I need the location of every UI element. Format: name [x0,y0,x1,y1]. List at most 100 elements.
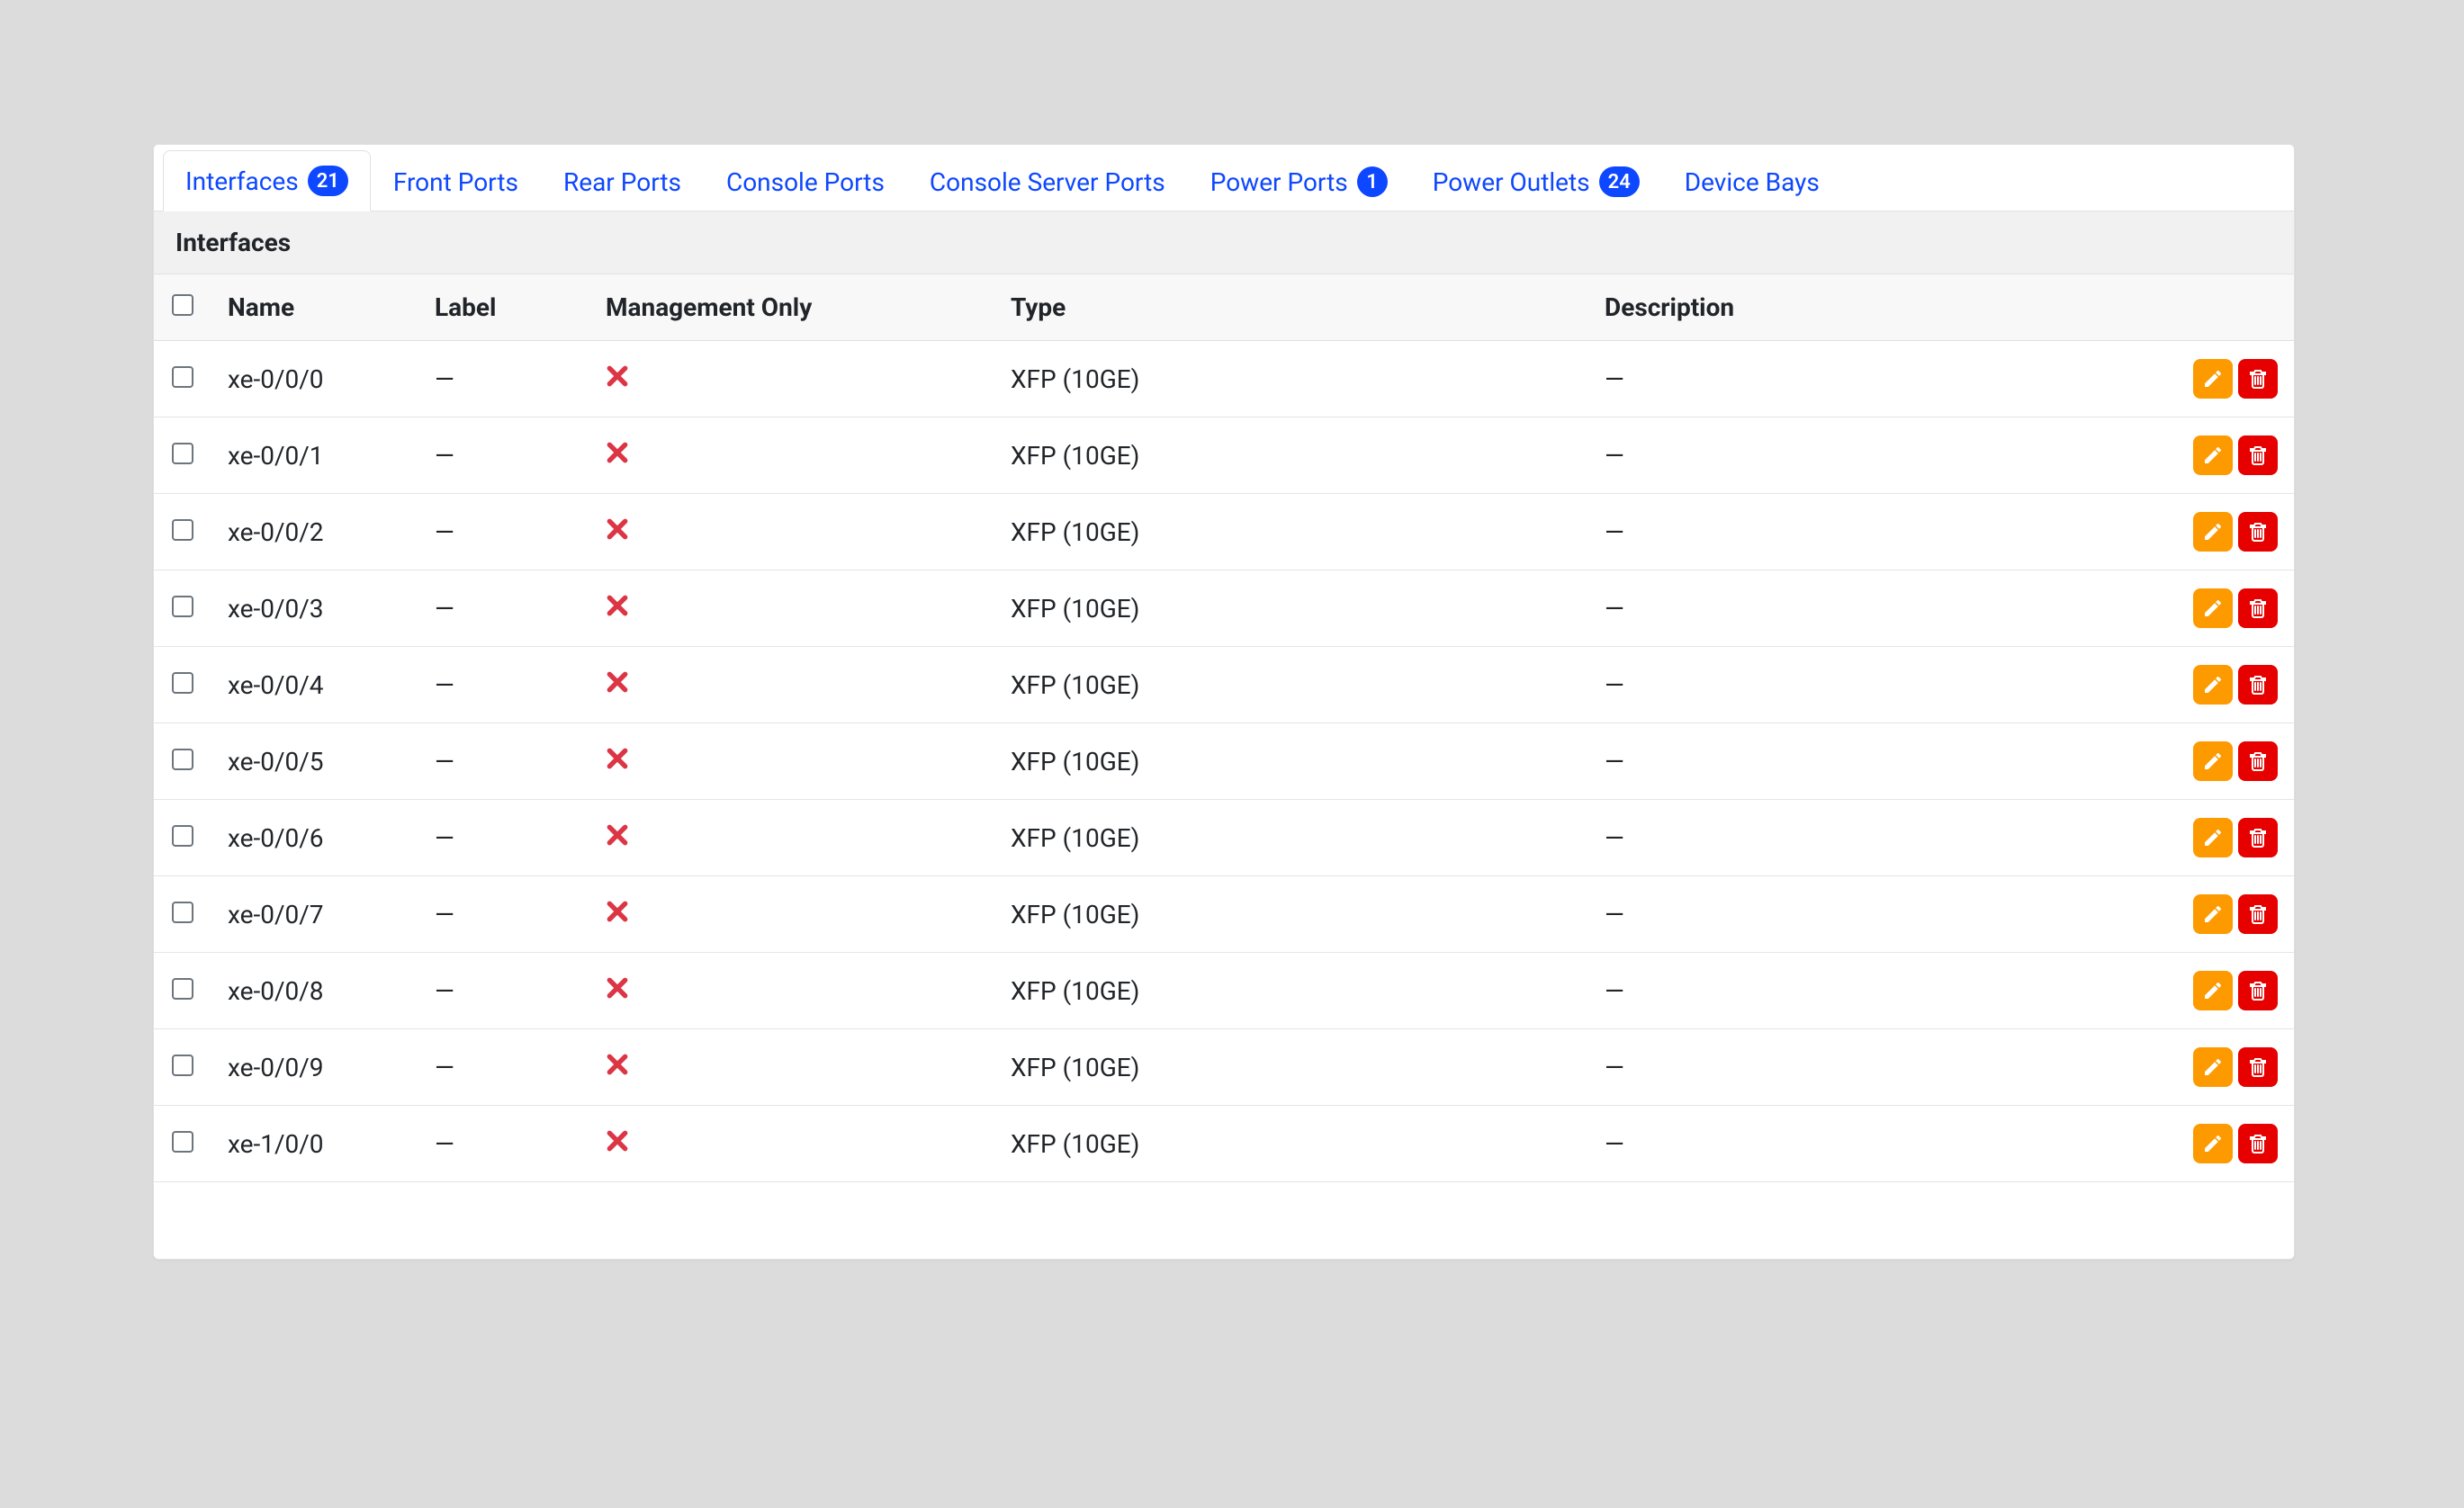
trash-icon [2247,980,2269,1001]
edit-button[interactable] [2193,971,2233,1010]
cell-label: — [424,805,595,871]
cell-name[interactable]: xe-0/0/9 [217,1035,424,1100]
edit-button[interactable] [2193,818,2233,857]
delete-button[interactable] [2238,512,2278,552]
tab-rear-ports[interactable]: Rear Ports [541,152,704,211]
tab-interfaces-badge: 21 [308,166,348,196]
delete-button[interactable] [2238,1047,2278,1087]
cell-label: — [424,346,595,412]
component-tabs: Interfaces 21 Front Ports Rear Ports Con… [154,145,2294,211]
edit-button[interactable] [2193,894,2233,934]
delete-button[interactable] [2238,665,2278,705]
edit-button[interactable] [2193,741,2233,781]
cell-actions [2098,570,2295,646]
row-checkbox[interactable] [172,1131,193,1153]
row-checkbox[interactable] [172,825,193,847]
cell-label: — [424,576,595,642]
select-all-checkbox[interactable] [172,294,193,316]
col-label[interactable]: Label [424,274,595,340]
table-row: xe-0/0/0 — XFP (10GE) — [154,341,2294,417]
tab-front-ports[interactable]: Front Ports [371,152,541,211]
tab-console-server-ports[interactable]: Console Server Ports [907,152,1188,211]
row-checkbox[interactable] [172,902,193,923]
delete-button[interactable] [2238,588,2278,628]
cell-label: — [424,652,595,718]
cross-icon [606,517,629,541]
tab-power-outlets-badge: 24 [1599,166,1640,197]
row-checkbox[interactable] [172,519,193,541]
tab-power-outlets[interactable]: Power Outlets 24 [1410,151,1662,211]
edit-button[interactable] [2193,588,2233,628]
row-checkbox[interactable] [172,1055,193,1076]
cell-mgmt-only [595,1111,1000,1177]
tab-interfaces-label: Interfaces [185,166,299,196]
delete-button[interactable] [2238,435,2278,475]
interfaces-table: Name Label Management Only Type Descript… [154,274,2294,1182]
tab-power-ports[interactable]: Power Ports 1 [1188,151,1410,211]
cell-name[interactable]: xe-1/0/0 [217,1111,424,1177]
card-title: Interfaces [154,211,2294,274]
cross-icon [606,1129,629,1153]
cell-name[interactable]: xe-0/0/7 [217,882,424,947]
delete-button[interactable] [2238,971,2278,1010]
cell-name[interactable]: xe-0/0/4 [217,652,424,718]
trash-icon [2247,521,2269,543]
cell-description: — [1594,499,2098,565]
edit-button[interactable] [2193,359,2233,399]
edit-button[interactable] [2193,1124,2233,1163]
cell-actions [2098,1106,2295,1181]
col-name[interactable]: Name [217,274,424,340]
cell-name[interactable]: xe-0/0/0 [217,346,424,412]
table-row: xe-0/0/8 — XFP (10GE) — [154,953,2294,1029]
pencil-icon [2202,750,2224,772]
tab-interfaces[interactable]: Interfaces 21 [163,150,371,211]
cell-name[interactable]: xe-0/0/3 [217,576,424,642]
delete-button[interactable] [2238,818,2278,857]
cross-icon [606,900,629,923]
cell-name[interactable]: xe-0/0/8 [217,958,424,1024]
tab-console-ports[interactable]: Console Ports [704,152,907,211]
col-description[interactable]: Description [1594,274,2098,340]
tab-device-bays[interactable]: Device Bays [1662,152,1842,211]
row-checkbox[interactable] [172,672,193,694]
pencil-icon [2202,827,2224,848]
row-checkbox[interactable] [172,978,193,1000]
cell-mgmt-only [595,346,1000,412]
row-checkbox[interactable] [172,443,193,464]
row-checkbox[interactable] [172,366,193,388]
cell-name[interactable]: xe-0/0/1 [217,423,424,489]
edit-button[interactable] [2193,435,2233,475]
col-type[interactable]: Type [1000,274,1594,340]
cell-description: — [1594,882,2098,947]
cell-actions [2098,494,2295,570]
cell-name[interactable]: xe-0/0/6 [217,805,424,871]
cell-description: — [1594,729,2098,794]
cell-description: — [1594,576,2098,642]
edit-button[interactable] [2193,512,2233,552]
cell-type: XFP (10GE) [1000,652,1594,718]
delete-button[interactable] [2238,1124,2278,1163]
pencil-icon [2202,674,2224,696]
pencil-icon [2202,1133,2224,1154]
cell-type: XFP (10GE) [1000,958,1594,1024]
cell-name[interactable]: xe-0/0/2 [217,499,424,565]
table-row: xe-0/0/5 — XFP (10GE) — [154,723,2294,800]
trash-icon [2247,1056,2269,1078]
row-checkbox[interactable] [172,596,193,617]
row-checkbox[interactable] [172,749,193,770]
table-row: xe-0/0/7 — XFP (10GE) — [154,876,2294,953]
cell-label: — [424,729,595,794]
col-mgmt-only[interactable]: Management Only [595,274,1000,340]
cell-type: XFP (10GE) [1000,576,1594,642]
edit-button[interactable] [2193,665,2233,705]
cell-actions [2098,800,2295,875]
cell-name[interactable]: xe-0/0/5 [217,729,424,794]
cell-type: XFP (10GE) [1000,805,1594,871]
delete-button[interactable] [2238,894,2278,934]
edit-button[interactable] [2193,1047,2233,1087]
pencil-icon [2202,444,2224,466]
delete-button[interactable] [2238,359,2278,399]
cell-label: — [424,1035,595,1100]
tab-power-outlets-label: Power Outlets [1433,167,1590,197]
delete-button[interactable] [2238,741,2278,781]
